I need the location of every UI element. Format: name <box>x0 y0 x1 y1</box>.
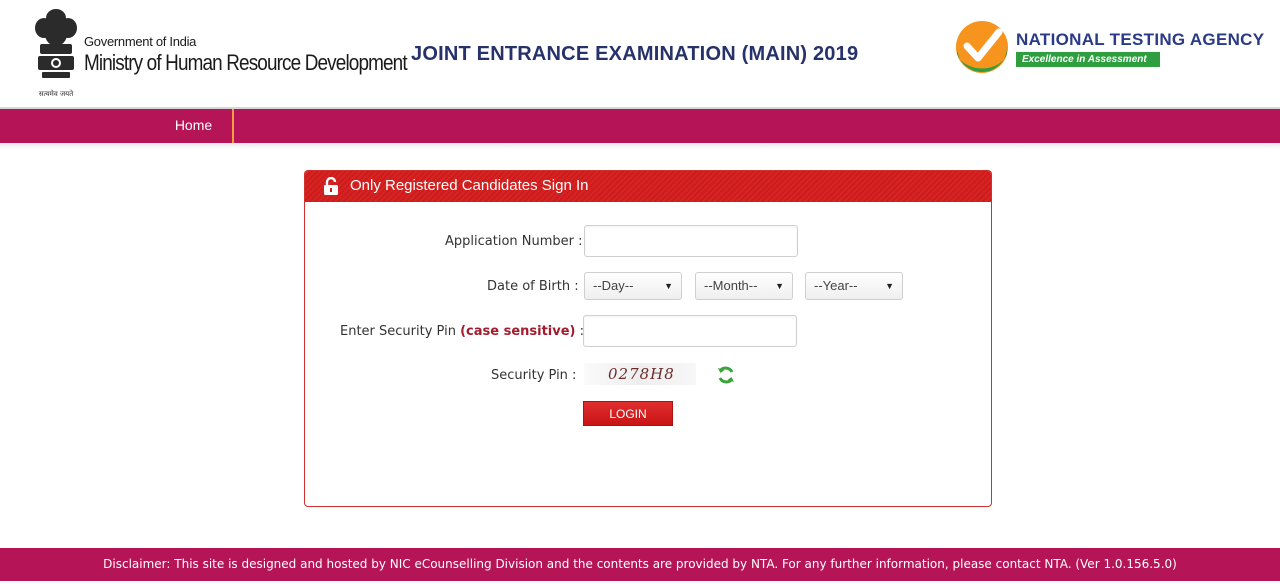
site-header: सत्यमेव जयते Government of India Ministr… <box>0 0 1280 106</box>
security-pin-entry-text: Enter Security Pin <box>340 324 456 339</box>
ministry-name: Ministry of Human Resource Development <box>84 50 408 75</box>
main-nav: Home <box>0 107 1280 143</box>
application-number-label: Application Number : <box>445 234 583 249</box>
footer-disclaimer: Disclaimer: This site is designed and ho… <box>0 548 1280 581</box>
security-pin-label: Security Pin : <box>491 368 577 383</box>
ministry-block: Government of India Ministry of Human Re… <box>84 34 459 76</box>
login-button[interactable]: LOGIN <box>583 401 673 426</box>
lock-icon <box>323 176 339 195</box>
refresh-icon[interactable] <box>716 365 736 385</box>
nav-divider <box>0 143 1280 149</box>
dob-year-select[interactable]: --Year-- ▼ <box>805 272 903 300</box>
panel-title: Only Registered Candidates Sign In <box>350 177 589 194</box>
captcha-image: 0278H8 <box>584 363 696 385</box>
agency-tagline: Excellence in Assessment <box>1016 52 1160 67</box>
select-caret-icon: ▼ <box>775 281 784 291</box>
panel-header: Only Registered Candidates Sign In <box>305 171 991 202</box>
select-caret-icon: ▼ <box>664 281 673 291</box>
dob-month-select[interactable]: --Month-- ▼ <box>695 272 793 300</box>
dob-label: Date of Birth : <box>487 279 579 294</box>
emblem-motto: सत्यमेव जयते <box>38 90 74 98</box>
security-pin-input[interactable] <box>583 315 797 347</box>
security-pin-entry-label: Enter Security Pin (case sensitive) : <box>340 324 584 339</box>
gov-label: Government of India <box>84 34 197 49</box>
dob-day-value: --Day-- <box>593 278 634 293</box>
page-title: JOINT ENTRANCE EXAMINATION (MAIN) 2019 <box>411 43 859 65</box>
application-number-input[interactable] <box>584 225 798 257</box>
dob-day-select[interactable]: --Day-- ▼ <box>584 272 682 300</box>
dob-month-value: --Month-- <box>704 278 758 293</box>
nav-home-link[interactable]: Home <box>155 109 234 143</box>
agency-name: NATIONAL TESTING AGENCY <box>1016 30 1265 49</box>
nta-check-logo-icon <box>955 20 1009 74</box>
case-sensitive-note: (case sensitive) <box>460 324 576 339</box>
dob-year-value: --Year-- <box>814 278 858 293</box>
select-caret-icon: ▼ <box>885 281 894 291</box>
ashoka-emblem-icon: सत्यमेव जयते <box>30 6 82 98</box>
